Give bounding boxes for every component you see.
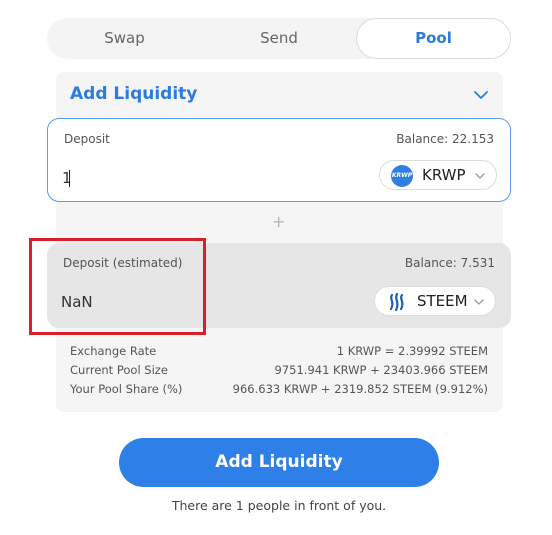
plus-icon: +	[272, 212, 286, 231]
info-value: 1 KRWP = 2.39992 STEEM	[336, 344, 488, 358]
estimated-label: Deposit (estimated)	[63, 256, 183, 270]
tab-bar: Swap Send Pool	[47, 18, 511, 59]
deposit-label: Deposit	[64, 132, 110, 146]
estimated-balance: Balance: 7.531	[404, 256, 495, 270]
panel-title[interactable]: Add Liquidity	[70, 84, 197, 104]
info-row-pool-share: Your Pool Share (%) 966.633 KRWP + 2319.…	[70, 382, 488, 400]
info-label: Your Pool Share (%)	[70, 382, 183, 396]
queue-status-text: There are 1 people in front of you.	[171, 498, 387, 513]
deposit-amount-input[interactable]: 1	[62, 169, 72, 187]
chevron-down-icon	[474, 299, 484, 305]
tab-send[interactable]: Send	[202, 18, 356, 59]
token-select-krwp[interactable]: KRWP KRWP	[379, 160, 497, 190]
token-name: STEEM	[417, 292, 468, 310]
deposit-balance: Balance: 22.153	[396, 132, 494, 146]
info-label: Current Pool Size	[70, 363, 168, 377]
text-cursor	[69, 170, 70, 187]
info-row-pool-size: Current Pool Size 9751.941 KRWP + 23403.…	[70, 363, 488, 381]
estimated-amount[interactable]: NaN	[61, 293, 93, 311]
tab-pool[interactable]: Pool	[356, 18, 511, 59]
chevron-down-icon[interactable]	[472, 86, 490, 104]
steem-logo-icon	[389, 292, 404, 312]
info-value: 966.633 KRWP + 2319.852 STEEM (9.912%)	[232, 382, 488, 396]
deposit-card: Deposit Balance: 22.153 1 KRWP KRWP	[47, 118, 511, 202]
krwp-logo-icon: KRWP	[391, 165, 413, 187]
token-name: KRWP	[422, 166, 466, 184]
info-row-exchange-rate: Exchange Rate 1 KRWP = 2.39992 STEEM	[70, 344, 488, 362]
tab-swap[interactable]: Swap	[47, 18, 202, 59]
token-select-steem[interactable]: STEEM	[374, 286, 496, 316]
info-label: Exchange Rate	[70, 344, 157, 358]
estimated-deposit-card: Deposit (estimated) Balance: 7.531 NaN S…	[47, 243, 511, 328]
info-value: 9751.941 KRWP + 23403.966 STEEM	[274, 363, 488, 377]
add-liquidity-button[interactable]: Add Liquidity	[119, 438, 439, 487]
chevron-down-icon	[475, 173, 485, 179]
